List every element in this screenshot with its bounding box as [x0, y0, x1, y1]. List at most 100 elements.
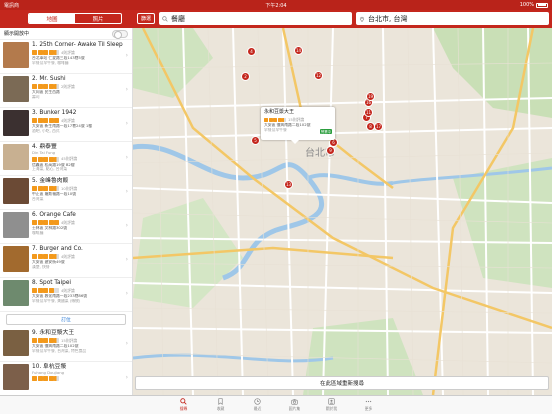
review-count: 15則評論	[61, 337, 78, 343]
chevron-right-icon: ›	[125, 290, 128, 297]
rating-star	[32, 220, 37, 225]
rating-star	[54, 186, 59, 191]
restaurant-rating: 4則評論	[32, 50, 129, 56]
map-marker[interactable]: 2	[241, 72, 250, 81]
rating-star	[282, 117, 286, 122]
callout-rating: 15則評論	[264, 117, 332, 123]
list-item[interactable]: 9. 永和豆漿大王 15則評論 大安區 復興南路二段102號 早餐及早午餐, 台灣菜,…	[0, 328, 132, 362]
rating-star	[37, 118, 43, 123]
callout-review-count: 15則評論	[288, 116, 305, 122]
rating-star	[43, 376, 48, 382]
location-input[interactable]: 台北市, 台灣	[356, 12, 549, 25]
restaurant-rating: 4則評論	[32, 288, 129, 294]
map-callout[interactable]: 永和豆漿大王 15則評論 大安區 復興南路二段102號 早餐及早午餐 營業中	[261, 107, 335, 144]
list-item[interactable]: 4. 鼎泰豐 Din Tai Fung 45則評論 信義區 松高路19號 B2樓 上海菜…	[0, 142, 132, 176]
list-item[interactable]: 10. 阜杭豆漿 Fuhang Doujiang ›	[0, 362, 132, 395]
rating-star	[32, 288, 37, 293]
rating-star	[54, 156, 59, 162]
clock-icon	[254, 398, 261, 405]
map-marker[interactable]: 5	[251, 136, 260, 145]
list-item[interactable]: 3. Bunker 1942 4則評論 大安區 新生南路一段17巷24號 1樓 酒吧,…	[0, 108, 132, 142]
map-canvas: 台北市	[133, 28, 552, 395]
search-icon	[180, 398, 187, 405]
status-time: 下午2:04	[265, 2, 287, 9]
open-now-badge: 營業中	[319, 129, 332, 134]
tab-more-label: 更多	[364, 406, 373, 411]
restaurant-info: 9. 永和豆漿大王 15則評論 大安區 復興南路二段102號 早餐及早午餐, 台灣菜,…	[32, 330, 129, 359]
open-now-row: 顯示開放中	[0, 28, 132, 40]
rating-star	[264, 117, 268, 122]
restaurant-thumbnail	[3, 330, 29, 356]
rating-star	[277, 117, 282, 122]
tab-map[interactable]: 地圖	[29, 14, 75, 23]
rating-star	[32, 118, 37, 123]
redo-search-button[interactable]: 在此區域重新搜尋	[135, 376, 549, 390]
rating-star	[32, 84, 37, 89]
list-item[interactable]: 6. Orange Cafe 4則評論 士林區 文林路302號 咖啡廳 ›	[0, 210, 132, 244]
review-count: 4則評論	[61, 253, 75, 259]
map-marker[interactable]: 14	[294, 46, 303, 55]
tab-bookmarks[interactable]: 收藏	[202, 396, 239, 414]
rating-star	[43, 254, 48, 259]
map-marker[interactable]: 9	[326, 146, 335, 155]
review-count: 4則評論	[61, 49, 75, 55]
tab-photos[interactable]: 照片	[75, 14, 121, 23]
rating-star	[48, 84, 54, 89]
search-input[interactable]: 餐廳	[159, 12, 352, 25]
rating-star	[48, 50, 54, 55]
review-count: 4則評論	[61, 219, 75, 225]
rating-star	[43, 50, 48, 55]
map-marker-number: 13	[285, 182, 292, 187]
list-item[interactable]: 1. 25th Corner- Awake Til Sleep 4則評論 台北車站 …	[0, 40, 132, 74]
tab-profile[interactable]: 關於我	[313, 396, 350, 414]
filter-button[interactable]: 篩選	[137, 13, 155, 24]
restaurant-name: 8. Spot Taipei	[32, 280, 71, 286]
restaurant-info: 3. Bunker 1942 4則評論 大安區 新生南路一段17巷24號 1樓 酒吧,…	[32, 110, 129, 139]
restaurant-info: 6. Orange Cafe 4則評論 士林區 文林路302號 咖啡廳	[32, 212, 129, 241]
rating-star	[43, 156, 48, 162]
reserve-button[interactable]: 訂位	[6, 314, 126, 325]
tab-collections-label: 圖片集	[288, 406, 301, 411]
restaurant-info: 1. 25th Corner- Awake Til Sleep 4則評論 台北車站 …	[32, 42, 129, 71]
restaurant-rating: 45則評論	[32, 156, 129, 162]
rating-star	[37, 186, 43, 191]
rating-star	[32, 156, 37, 162]
rating-star	[43, 220, 48, 225]
review-count: 45則評論	[61, 156, 78, 162]
rating-star	[32, 376, 37, 382]
list-item[interactable]: 2. Mr. Sushi 2則評論 大同區 民生西路 壽司 ›	[0, 74, 132, 108]
open-now-label: 顯示開放中	[4, 31, 30, 37]
list-item[interactable]: 5. 金峰魯肉飯 10則評論 中正區 羅斯福路一段10號 台灣菜 ›	[0, 176, 132, 210]
rating-star	[43, 288, 48, 293]
list-item[interactable]: 7. Burger and Co. 4則評論 大安區 建安街49號 漢堡, 快餐 ›	[0, 244, 132, 278]
map-marker[interactable]: 12	[314, 71, 323, 80]
map-marker[interactable]: 11	[364, 108, 373, 117]
list-item[interactable]: 8. Spot Taipei 4則評論 大安區 敦化南路一段233巷86號 早餐及早午…	[0, 278, 132, 312]
rating-star	[268, 117, 273, 122]
rating-star	[43, 338, 48, 343]
tab-more[interactable]: 更多	[350, 396, 387, 414]
chevron-right-icon: ›	[125, 222, 128, 229]
location-value: 台北市, 台灣	[368, 14, 408, 23]
chevron-right-icon: ›	[125, 154, 128, 161]
restaurant-category: 早餐及早午餐, 台灣菜, 特色食品	[32, 348, 87, 353]
map-view[interactable]: 台北市 2 4 5 6 7 8 9 11 12 13 14 16 17 19	[133, 28, 552, 395]
callout-title: 永和豆漿大王	[264, 109, 295, 115]
map-marker-number: 11	[365, 110, 372, 115]
map-marker[interactable]: 4	[247, 47, 256, 56]
restaurant-info: 5. 金峰魯肉飯 10則評論 中正區 羅斯福路一段10號 台灣菜	[32, 178, 129, 207]
tab-collections[interactable]: 圖片集	[276, 396, 313, 414]
open-now-toggle[interactable]	[112, 29, 128, 39]
restaurant-category: 上海菜, 點心, 台灣菜	[32, 167, 68, 172]
map-marker[interactable]: 17	[374, 122, 383, 131]
restaurant-name: 1. 25th Corner- Awake Til Sleep	[32, 42, 123, 48]
restaurant-thumbnail	[3, 110, 29, 136]
map-marker[interactable]: 19	[366, 92, 375, 101]
restaurant-rating: 15則評論	[32, 338, 129, 344]
rating-star	[48, 220, 54, 225]
map-marker[interactable]: 13	[284, 180, 293, 189]
map-marker-number: 2	[244, 74, 247, 79]
restaurant-rating: 10則評論	[32, 186, 129, 192]
tab-recent[interactable]: 最近	[239, 396, 276, 414]
tab-search[interactable]: 搜尋	[165, 396, 202, 414]
